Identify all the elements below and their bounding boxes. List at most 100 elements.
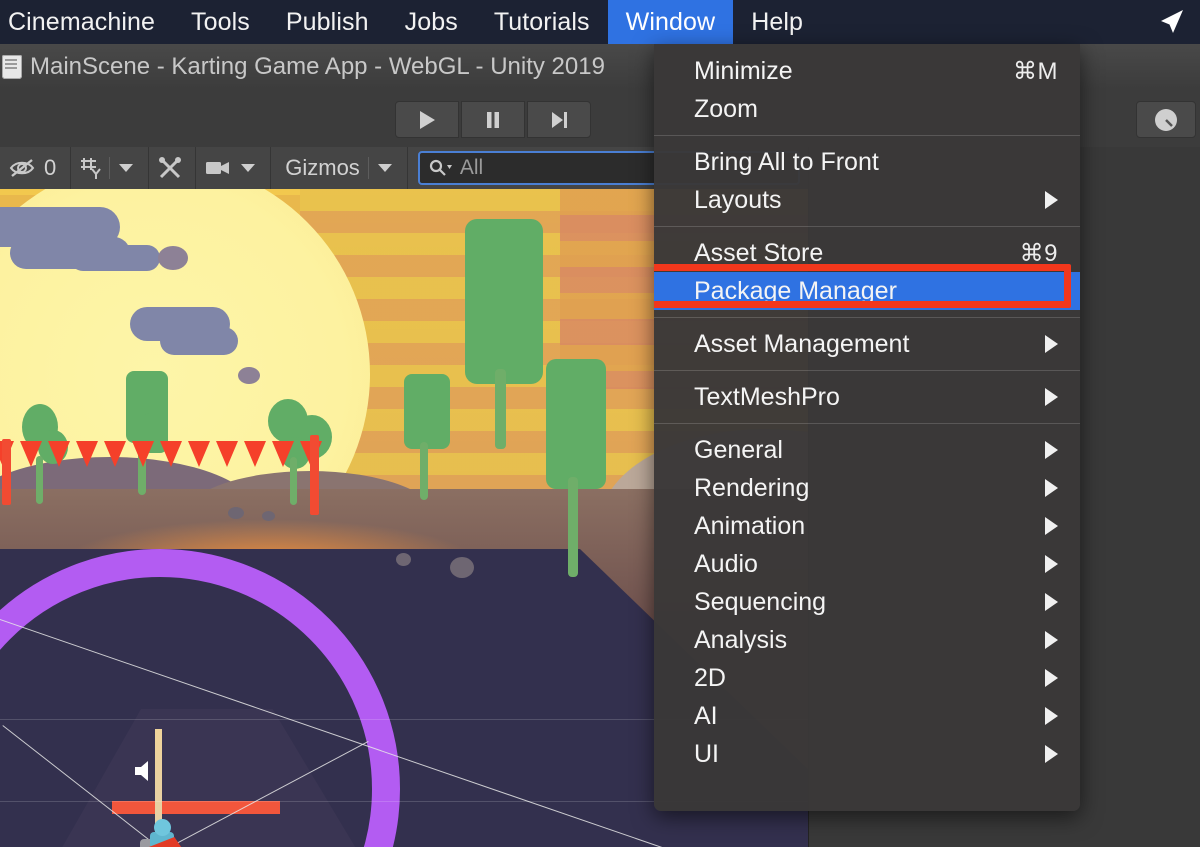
menu-item-label: AI [694, 701, 718, 730]
menu-item-shortcut: ⌘9 [1019, 239, 1058, 267]
menu-item-label: Rendering [694, 473, 810, 502]
menubar-item-window[interactable]: Window [607, 0, 734, 44]
menubar-item-label: Publish [285, 7, 369, 36]
menu-item-label: Asset Store [694, 238, 824, 267]
menu-item-label: General [694, 435, 783, 464]
menu-item-label: Audio [694, 549, 758, 578]
bunting-flags [0, 441, 322, 467]
menubar-item-tools[interactable]: Tools [173, 0, 268, 44]
submenu-arrow-icon [1045, 669, 1058, 687]
macos-menu-bar: Cinemachine Tools Publish Jobs Tutorials… [0, 0, 1200, 44]
tools-icon [159, 157, 182, 179]
menu-item-layouts[interactable]: Layouts [654, 181, 1080, 219]
menubar-item-help[interactable]: Help [733, 0, 821, 44]
menu-item-package-manager[interactable]: Package Manager [654, 272, 1080, 310]
menu-separator [654, 226, 1080, 227]
menubar-item-jobs[interactable]: Jobs [387, 0, 476, 44]
scene-tools-button[interactable] [149, 147, 197, 189]
unity-scene-document-icon [2, 54, 22, 79]
gizmos-label: Gizmos [285, 155, 360, 180]
menubar-item-label: Jobs [404, 7, 458, 36]
scene-visibility-count: 0 [44, 155, 57, 180]
menu-item-label: Animation [694, 511, 806, 540]
menu-item-ui[interactable]: UI [654, 735, 1080, 773]
gizmos-dropdown[interactable]: Gizmos [271, 147, 408, 189]
menu-separator [654, 317, 1080, 318]
toolbar-divider [367, 157, 369, 179]
menu-item-rendering[interactable]: Rendering [654, 469, 1080, 507]
menu-item-label: Bring All to Front [694, 147, 879, 176]
toolbar-divider [109, 157, 111, 179]
menu-item-analysis[interactable]: Analysis [654, 621, 1080, 659]
menu-item-asset-management[interactable]: Asset Management [654, 325, 1080, 363]
cloud [70, 245, 160, 271]
floating-rock [158, 246, 188, 270]
rock [228, 507, 244, 519]
menu-item-label: Minimize [694, 56, 793, 85]
grid-y-axis-icon [81, 158, 102, 179]
menu-item-textmeshpro[interactable]: TextMeshPro [654, 378, 1080, 416]
submenu-arrow-icon [1045, 191, 1058, 209]
submenu-arrow-icon [1045, 441, 1058, 459]
menubar-item-label: Tools [191, 7, 250, 36]
menu-item-sequencing[interactable]: Sequencing [654, 583, 1080, 621]
menu-item-asset-store[interactable]: Asset Store ⌘9 [654, 234, 1080, 272]
playmode-controls [395, 101, 591, 138]
camera-chevron-down-icon[interactable] [241, 164, 256, 172]
submenu-arrow-icon [1045, 517, 1058, 535]
window-title: MainScene - Karting Game App - WebGL - U… [30, 52, 605, 80]
pause-button[interactable] [461, 101, 525, 138]
eye-off-icon [9, 159, 35, 177]
menu-item-label: Analysis [694, 625, 788, 654]
rock [262, 511, 275, 521]
grid-chevron-down-icon[interactable] [119, 164, 134, 172]
account-button[interactable] [1136, 101, 1196, 138]
menubar-item-tutorials[interactable]: Tutorials [476, 0, 608, 44]
menubar-item-label: Cinemachine [8, 7, 156, 36]
step-button[interactable] [527, 101, 591, 138]
scene-visibility-toggle[interactable]: 0 [0, 147, 72, 189]
scene-camera-controls[interactable] [196, 147, 272, 189]
menu-separator [654, 423, 1080, 424]
menu-item-label: 2D [694, 663, 726, 692]
tree [118, 371, 178, 501]
gizmos-chevron-down-icon[interactable] [377, 164, 392, 172]
scene-grid-controls[interactable] [71, 147, 150, 189]
menu-item-label: UI [694, 739, 719, 768]
submenu-arrow-icon [1045, 593, 1058, 611]
submenu-arrow-icon [1045, 631, 1058, 649]
menu-item-general[interactable]: General [654, 431, 1080, 469]
menubar-item-label: Tutorials [493, 7, 590, 36]
navigation-arrow-icon[interactable] [1156, 7, 1186, 37]
flag-post [310, 435, 319, 515]
player-kart[interactable] [140, 819, 192, 847]
finish-line [112, 801, 280, 814]
audio-source-gizmo[interactable] [130, 757, 160, 790]
rock [396, 553, 411, 566]
submenu-arrow-icon [1045, 479, 1058, 497]
menubar-item-label: Help [751, 7, 804, 36]
menu-separator [654, 135, 1080, 136]
play-button[interactable] [395, 101, 459, 138]
menu-item-label: Sequencing [694, 587, 827, 616]
menu-item-animation[interactable]: Animation [654, 507, 1080, 545]
menu-item-label: Asset Management [694, 329, 910, 358]
menu-item-minimize[interactable]: Minimize ⌘M [654, 52, 1080, 90]
menu-item-2d[interactable]: 2D [654, 659, 1080, 697]
submenu-arrow-icon [1045, 555, 1058, 573]
menubar-item-cinemachine[interactable]: Cinemachine [0, 0, 173, 44]
menu-separator [654, 370, 1080, 371]
menu-item-audio[interactable]: Audio [654, 545, 1080, 583]
tree [538, 359, 618, 589]
menu-item-label: Layouts [694, 185, 782, 214]
flag-post [2, 439, 11, 505]
submenu-arrow-icon [1045, 707, 1058, 725]
menu-item-label: TextMeshPro [694, 382, 840, 411]
menu-item-bring-all-to-front[interactable]: Bring All to Front [654, 143, 1080, 181]
tree [455, 219, 545, 449]
menu-item-ai[interactable]: AI [654, 697, 1080, 735]
menu-item-zoom[interactable]: Zoom [654, 90, 1080, 128]
search-icon [429, 159, 452, 176]
menu-item-shortcut: ⌘M [1013, 57, 1058, 85]
menubar-item-publish[interactable]: Publish [268, 0, 387, 44]
